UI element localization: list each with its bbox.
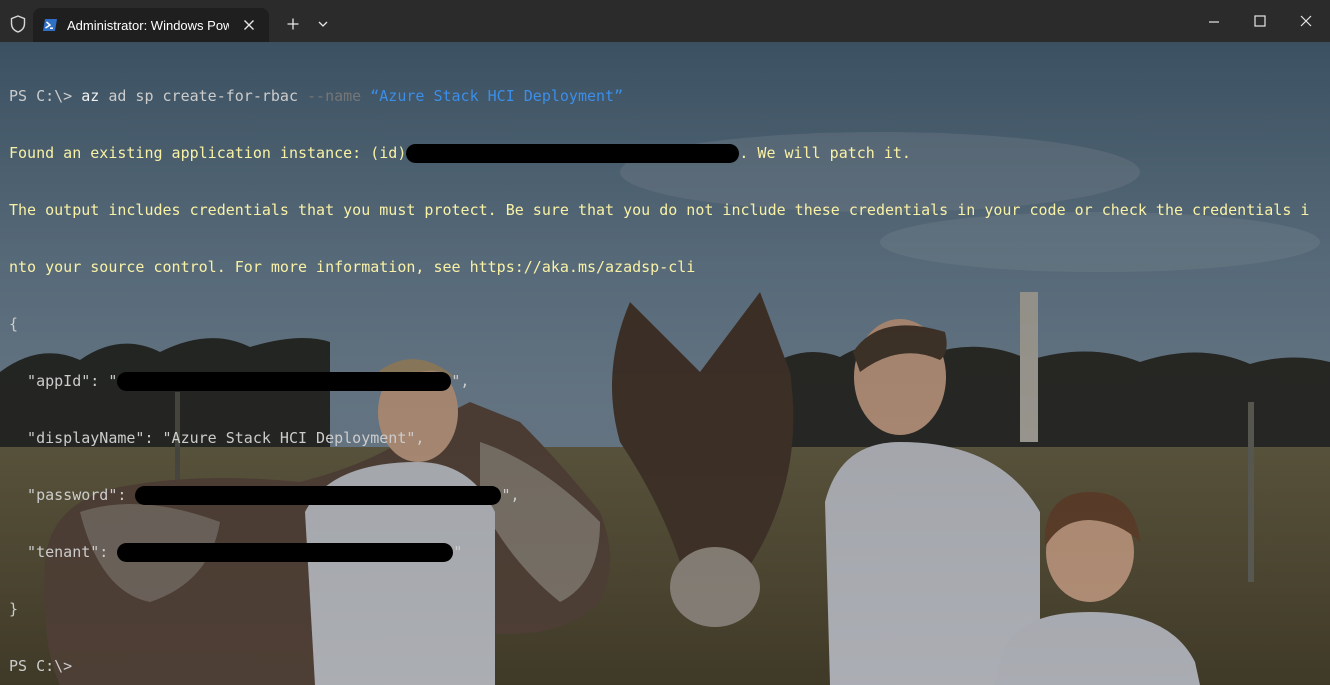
appid-end: ", [451, 372, 470, 390]
terminal-output[interactable]: PS C:\> az ad sp create-for-rbac --name … [9, 49, 1309, 685]
command-args: ad sp create-for-rbac [108, 87, 298, 105]
tenant-end: " [453, 543, 463, 561]
redacted-appid [117, 372, 452, 391]
title-bar[interactable]: Administrator: Windows PowerShell [0, 0, 1330, 42]
chevron-down-icon[interactable] [313, 14, 333, 34]
minimize-icon[interactable] [1203, 11, 1225, 33]
prompt: PS C:\> [9, 87, 73, 105]
command-exe: az [81, 87, 100, 105]
tab-powershell[interactable]: Administrator: Windows PowerShell [33, 8, 269, 42]
plus-icon[interactable] [283, 14, 303, 34]
redacted-password [135, 486, 502, 505]
tenant-key: "tenant": [9, 543, 118, 561]
shield-icon [10, 15, 26, 33]
json-appid-line: "appId": " ", [9, 372, 1309, 391]
warning-line-2: nto your source control. For more inform… [9, 258, 696, 276]
found-prefix: Found an existing application instance: … [9, 144, 407, 162]
json-close: } [9, 600, 19, 618]
json-displayname-line: "displayName": "Azure Stack HCI Deployme… [9, 429, 425, 447]
found-line: Found an existing application instance: … [9, 144, 1309, 163]
warning-line-1: The output includes credentials that you… [9, 201, 1310, 219]
terminal-window: Administrator: Windows PowerShell [0, 0, 1330, 685]
password-end: ", [501, 486, 520, 504]
final-prompt[interactable]: PS C:\> [9, 657, 1309, 676]
terminal-pane[interactable]: PS C:\> az ad sp create-for-rbac --name … [0, 42, 1330, 685]
json-open: { [9, 315, 19, 333]
password-key: "password": [9, 486, 136, 504]
command-value: “Azure Stack HCI Deployment” [370, 87, 624, 105]
appid-key: "appId": [9, 372, 109, 390]
json-tenant-line: "tenant": " [9, 543, 1309, 562]
close-icon[interactable] [239, 15, 259, 35]
redacted-app-id [406, 144, 740, 163]
maximize-icon[interactable] [1249, 11, 1271, 33]
window-close-icon[interactable] [1295, 11, 1317, 33]
tab-title: Administrator: Windows PowerShell [67, 18, 229, 33]
powershell-icon [43, 19, 57, 31]
appid-quote: " [108, 372, 118, 390]
command-param: --name [307, 87, 362, 105]
json-password-line: "password": ", [9, 486, 1309, 505]
found-suffix: . We will patch it. [739, 144, 911, 162]
redacted-tenant [117, 543, 454, 562]
command-line: PS C:\> az ad sp create-for-rbac --name … [9, 87, 1309, 106]
